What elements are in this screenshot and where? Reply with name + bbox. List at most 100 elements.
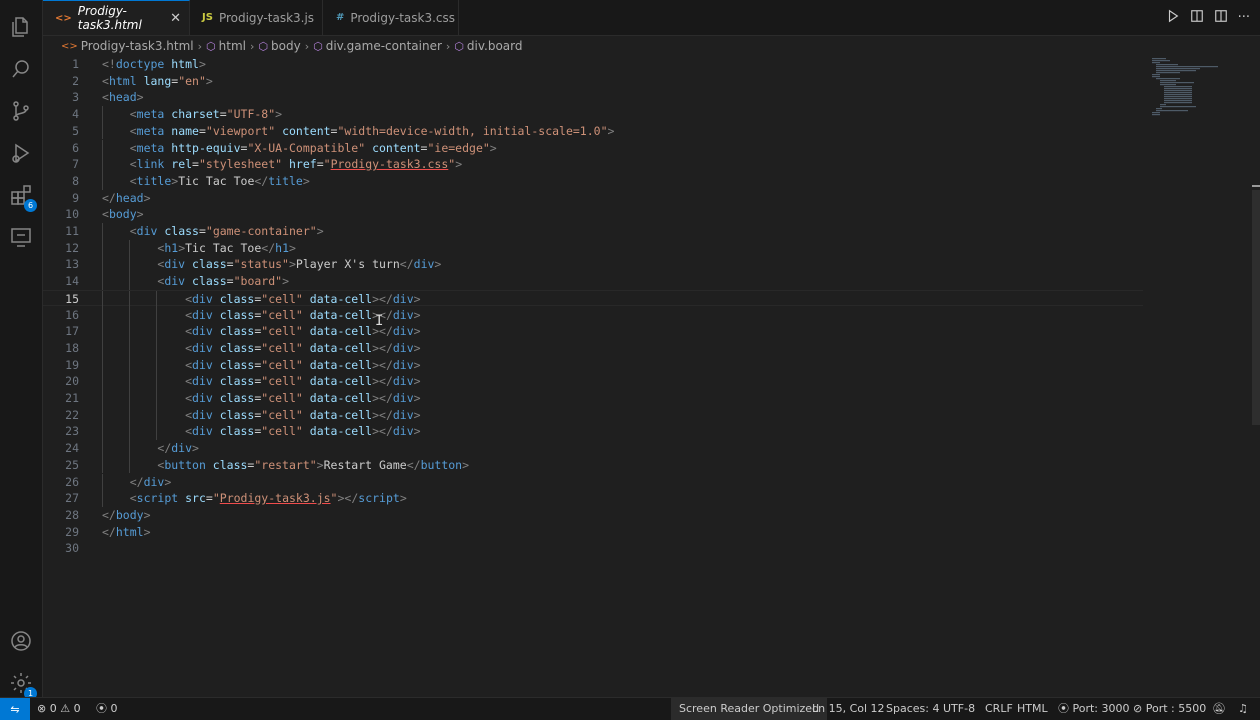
manage-gear-icon[interactable]: 1 (8, 670, 37, 700)
code-line[interactable]: 17 <div class="cell" data-cell></div> (43, 323, 1143, 340)
indent-guide (102, 172, 103, 190)
tab-prodigy-task3-js[interactable]: JS Prodigy-task3.js (190, 0, 323, 35)
code-line[interactable]: 13 <div class="status">Player X's turn</… (43, 256, 1143, 274)
live-server-port[interactable]: ⊘ Port : 5500 (1133, 698, 1206, 720)
indent-guide (102, 440, 103, 457)
code-line[interactable]: 23 <div class="cell" data-cell></div> (43, 423, 1143, 441)
code-line[interactable]: 29 </html> (43, 524, 1143, 541)
code-token: = (226, 274, 234, 289)
code-line[interactable]: 4 <meta charset="UTF-8"> (43, 106, 1143, 123)
code-token: = (226, 257, 234, 272)
code-line[interactable]: 15 <div class="cell" data-cell></div> (43, 289, 1143, 308)
code-token: div (164, 274, 186, 289)
code-line[interactable]: 11 <div class="game-container"> (43, 223, 1143, 240)
breadcrumb-item[interactable]: html (219, 39, 246, 53)
screen-reader-mode[interactable]: Screen Reader Optimized (671, 698, 828, 720)
code-line[interactable]: 14 <div class="board"> (43, 273, 1143, 290)
code-token: body (108, 207, 137, 222)
code-text: <div class="game-container"> (102, 223, 324, 240)
code-text: </body> (102, 507, 151, 524)
code-line[interactable]: 19 <div class="cell" data-cell></div> (43, 356, 1143, 374)
notifications-off-icon[interactable]: 🔕︎ (1212, 698, 1226, 720)
code-line[interactable]: 16 <div class="cell" data-cell></div> (43, 306, 1143, 324)
code-token: > (489, 140, 497, 155)
code-text: <meta http-equiv="X-UA-Compatible" conte… (102, 140, 497, 157)
code-token: div (192, 424, 213, 439)
scrollbar-thumb[interactable] (1252, 190, 1260, 425)
remote-indicator-icon[interactable]: ⇋ (0, 698, 30, 720)
tab-prodigy-task3-html[interactable]: <> Prodigy-task3.html ✕ (43, 0, 190, 35)
code-line[interactable]: 28 </body> (43, 507, 1143, 524)
code-text: <div class="cell" data-cell></div> (102, 373, 421, 390)
end-of-line[interactable]: CRLF (985, 698, 1013, 720)
encoding[interactable]: UTF-8 (943, 698, 975, 720)
code-token: < (129, 107, 137, 122)
code-line[interactable]: 6 <meta http-equiv="X-UA-Compatible" con… (43, 139, 1143, 157)
code-token: "cell" (261, 357, 303, 372)
port-3000[interactable]: ⦿ Port: 3000 (1058, 698, 1130, 720)
code-line[interactable]: 21 <div class="cell" data-cell></div> (43, 390, 1143, 407)
indent-guide (156, 290, 157, 308)
extensions-icon[interactable]: 6 (8, 182, 37, 212)
more-actions-icon[interactable]: ··· (1238, 10, 1250, 25)
code-token: = (198, 224, 206, 238)
run-debug-icon[interactable] (8, 140, 34, 166)
breadcrumb-item[interactable]: body (271, 39, 301, 53)
code-token: div (392, 374, 414, 389)
code-text: </div> (102, 474, 172, 491)
code-line[interactable]: 26 </div> (43, 473, 1143, 491)
breadcrumb-item[interactable]: div.game-container (326, 39, 442, 53)
breadcrumb-item[interactable]: div.board (467, 39, 523, 53)
code-line[interactable]: 22 <div class="cell" data-cell></div> (43, 406, 1143, 424)
split-editor-icon[interactable] (1214, 8, 1228, 27)
code-line[interactable]: 5 <meta name="viewport" content="width=d… (43, 122, 1143, 140)
code-line[interactable]: 27 <script src="Prodigy-task3.js"></scri… (43, 490, 1143, 507)
code-line[interactable]: 25 <button class="restart">Restart Game<… (43, 456, 1143, 474)
code-line[interactable]: 3 <head> (43, 89, 1143, 106)
minimap[interactable] (1148, 56, 1228, 116)
code-token: html (171, 57, 199, 71)
source-control-icon[interactable] (8, 98, 34, 124)
code-line[interactable]: 1 <!doctype html> (43, 56, 1143, 73)
line-number: 1 (72, 57, 79, 71)
code-token: Prodigy-task3.css (330, 157, 449, 172)
forwarded-ports[interactable]: ⦿ 0 (96, 698, 118, 720)
code-line[interactable]: 20 <div class="cell" data-cell></div> (43, 373, 1143, 390)
indent-guide (102, 490, 103, 507)
run-icon[interactable] (1166, 8, 1180, 27)
code-token: div (192, 307, 213, 322)
close-icon[interactable]: ✕ (170, 11, 181, 26)
errors-warnings[interactable]: ⊗ 0 ⚠ 0 (37, 698, 81, 720)
tab-prodigy-task3-css[interactable]: # Prodigy-task3.css (323, 0, 459, 35)
indentation[interactable]: Spaces: 4 (886, 698, 939, 720)
code-token: > (136, 90, 144, 105)
code-line[interactable]: 30 (43, 540, 1143, 557)
code-token: head (115, 190, 144, 205)
account-icon[interactable] (8, 628, 34, 654)
code-line[interactable]: 24 </div> (43, 440, 1143, 457)
line-number: 14 (65, 274, 79, 289)
code-line[interactable]: 8 <title>Tic Tac Toe</title> (43, 172, 1143, 190)
language-mode[interactable]: HTML (1017, 698, 1048, 720)
code-line[interactable]: 9 </head> (43, 190, 1143, 207)
code-editor[interactable]: 1 <!doctype html> 2 <html lang="en"> 3 <head>… (43, 56, 1143, 696)
indent-guide (156, 406, 157, 424)
code-line[interactable]: 2 <html lang="en"> (43, 73, 1143, 90)
remote-explorer-icon[interactable] (8, 224, 34, 250)
code-line[interactable]: 10 <body> (43, 206, 1143, 223)
files-icon[interactable] (8, 14, 34, 40)
code-token: div (392, 407, 414, 422)
code-line[interactable]: 18 <div class="cell" data-cell></div> (43, 339, 1143, 357)
cursor-position[interactable]: Ln 15, Col 12 (812, 698, 885, 720)
indent-guide (129, 456, 130, 474)
search-icon[interactable] (8, 56, 34, 82)
open-preview-icon[interactable] (1190, 8, 1204, 27)
code-line[interactable]: 7 <link rel="stylesheet" href="Prodigy-t… (43, 156, 1143, 173)
code-line[interactable]: 12 <h1>Tic Tac Toe</h1> (43, 239, 1143, 257)
indent-guide (102, 139, 103, 157)
bell-icon[interactable]: ♫︎ (1238, 698, 1248, 720)
breadcrumb-item[interactable]: Prodigy-task3.html (81, 39, 194, 53)
